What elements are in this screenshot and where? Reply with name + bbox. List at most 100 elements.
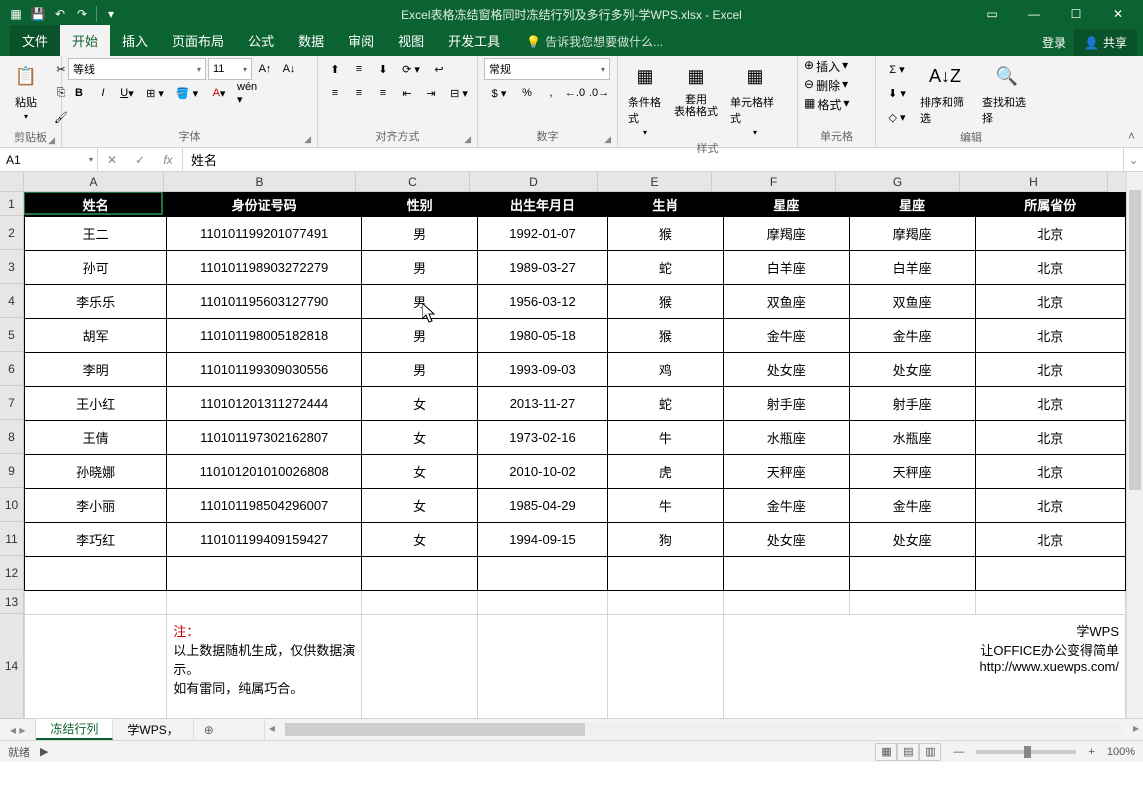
bold-icon[interactable]: B bbox=[68, 82, 90, 104]
row-header[interactable]: 10 bbox=[0, 488, 24, 522]
table-cell[interactable]: 牛 bbox=[607, 421, 723, 455]
autosum-icon[interactable]: Σ ▾ bbox=[882, 58, 912, 80]
tab-nav[interactable]: ◂ ▸ bbox=[0, 719, 36, 740]
fx-icon[interactable]: fx bbox=[154, 153, 182, 167]
table-cell[interactable] bbox=[607, 591, 723, 615]
view-break-icon[interactable]: ▥ bbox=[919, 743, 941, 761]
table-cell[interactable]: 女 bbox=[362, 387, 478, 421]
table-cell[interactable] bbox=[25, 557, 167, 591]
table-cell[interactable] bbox=[975, 591, 1125, 615]
table-cell[interactable]: 1993-09-03 bbox=[477, 353, 607, 387]
tab-layout[interactable]: 页面布局 bbox=[160, 25, 236, 56]
table-cell[interactable]: 1994-09-15 bbox=[477, 523, 607, 557]
col-header[interactable]: A bbox=[24, 172, 164, 192]
note-cell[interactable]: 注：以上数据随机生成，仅供数据演示。如有雷同，纯属巧合。 bbox=[167, 615, 362, 719]
zoom-level[interactable]: 100% bbox=[1107, 746, 1135, 758]
macro-icon[interactable]: ▶ bbox=[40, 745, 48, 758]
row-header[interactable]: 5 bbox=[0, 318, 24, 352]
table-cell[interactable]: 处女座 bbox=[849, 353, 975, 387]
table-header-cell[interactable]: 生肖 bbox=[607, 193, 723, 217]
italic-icon[interactable]: I bbox=[92, 82, 114, 104]
table-cell[interactable]: 110101199309030556 bbox=[167, 353, 362, 387]
col-header[interactable]: G bbox=[836, 172, 960, 192]
table-cell[interactable]: 水瓶座 bbox=[723, 421, 849, 455]
table-cell[interactable]: 狗 bbox=[607, 523, 723, 557]
table-cell[interactable] bbox=[723, 557, 849, 591]
align-bottom-icon[interactable]: ⬇ bbox=[372, 58, 394, 80]
table-cell[interactable]: 金牛座 bbox=[723, 319, 849, 353]
insert-cells-button[interactable]: ⊕ 插入 ▾ bbox=[804, 58, 848, 75]
align-right-icon[interactable]: ≡ bbox=[372, 82, 394, 104]
table-cell[interactable]: 孙可 bbox=[25, 251, 167, 285]
table-cell[interactable]: 北京 bbox=[975, 455, 1125, 489]
row-header[interactable]: 3 bbox=[0, 250, 24, 284]
table-cell[interactable]: 1980-05-18 bbox=[477, 319, 607, 353]
table-cell[interactable]: 男 bbox=[362, 251, 478, 285]
row-header[interactable]: 9 bbox=[0, 454, 24, 488]
table-cell[interactable]: 110101198504296007 bbox=[167, 489, 362, 523]
font-size-combo[interactable]: 11▾ bbox=[208, 58, 252, 80]
wrap-text-icon[interactable]: ↩ bbox=[428, 58, 450, 80]
comma-icon[interactable]: , bbox=[540, 82, 562, 104]
table-cell[interactable]: 白羊座 bbox=[723, 251, 849, 285]
table-cell[interactable]: 猴 bbox=[607, 319, 723, 353]
tell-me-search[interactable]: 💡 告诉我您想要做什么... bbox=[520, 27, 669, 56]
cancel-icon[interactable]: ✕ bbox=[98, 153, 126, 167]
table-cell[interactable]: 110101201311272444 bbox=[167, 387, 362, 421]
table-cell[interactable]: 北京 bbox=[975, 387, 1125, 421]
table-cell[interactable] bbox=[167, 557, 362, 591]
select-all-corner[interactable] bbox=[0, 172, 24, 192]
table-cell[interactable] bbox=[723, 591, 849, 615]
table-cell[interactable] bbox=[849, 591, 975, 615]
maximize-icon[interactable]: ☐ bbox=[1061, 4, 1091, 24]
font-name-combo[interactable]: 等线▾ bbox=[68, 58, 206, 80]
table-cell[interactable] bbox=[167, 591, 362, 615]
table-cell[interactable]: 天秤座 bbox=[849, 455, 975, 489]
table-cell[interactable]: 胡军 bbox=[25, 319, 167, 353]
row-header[interactable]: 6 bbox=[0, 352, 24, 386]
table-cell[interactable]: 处女座 bbox=[723, 523, 849, 557]
col-header[interactable]: C bbox=[356, 172, 470, 192]
find-select-button[interactable]: 🔍 查找和选择 bbox=[978, 58, 1036, 128]
table-cell[interactable]: 王倩 bbox=[25, 421, 167, 455]
col-header[interactable]: E bbox=[598, 172, 712, 192]
table-cell[interactable]: 女 bbox=[362, 489, 478, 523]
accounting-icon[interactable]: $ ▾ bbox=[484, 82, 514, 104]
table-cell[interactable]: 北京 bbox=[975, 217, 1125, 251]
table-cell[interactable]: 摩羯座 bbox=[723, 217, 849, 251]
table-header-cell[interactable]: 性别 bbox=[362, 193, 478, 217]
table-cell[interactable]: 110101195603127790 bbox=[167, 285, 362, 319]
row-header[interactable]: 12 bbox=[0, 556, 24, 590]
table-header-cell[interactable]: 星座 bbox=[849, 193, 975, 217]
row-header[interactable]: 7 bbox=[0, 386, 24, 420]
increase-indent-icon[interactable]: ⇥ bbox=[420, 82, 442, 104]
scroll-thumb[interactable] bbox=[285, 723, 585, 736]
align-center-icon[interactable]: ≡ bbox=[348, 82, 370, 104]
view-normal-icon[interactable]: ▦ bbox=[875, 743, 897, 761]
table-cell[interactable]: 猴 bbox=[607, 285, 723, 319]
table-cell[interactable] bbox=[25, 591, 167, 615]
table-cell[interactable]: 牛 bbox=[607, 489, 723, 523]
table-cell[interactable]: 金牛座 bbox=[723, 489, 849, 523]
row-header[interactable]: 2 bbox=[0, 216, 24, 250]
launcher-icon[interactable]: ◢ bbox=[304, 134, 311, 145]
column-headers[interactable]: ABCDEFGH bbox=[24, 172, 1126, 192]
table-cell[interactable]: 水瓶座 bbox=[849, 421, 975, 455]
table-cell[interactable]: 李巧红 bbox=[25, 523, 167, 557]
table-cell[interactable]: 射手座 bbox=[849, 387, 975, 421]
align-left-icon[interactable]: ≡ bbox=[324, 82, 346, 104]
table-cell[interactable]: 北京 bbox=[975, 523, 1125, 557]
save-icon[interactable]: 💾 bbox=[28, 4, 48, 24]
table-cell[interactable]: 110101199409159427 bbox=[167, 523, 362, 557]
table-cell[interactable]: 白羊座 bbox=[849, 251, 975, 285]
table-cell[interactable]: 王二 bbox=[25, 217, 167, 251]
table-cell[interactable]: 北京 bbox=[975, 251, 1125, 285]
table-cell[interactable] bbox=[362, 591, 478, 615]
decrease-font-icon[interactable]: A↓ bbox=[278, 58, 300, 80]
table-cell[interactable]: 北京 bbox=[975, 421, 1125, 455]
table-cell[interactable]: 北京 bbox=[975, 285, 1125, 319]
row-headers[interactable]: 1234567891011121314 bbox=[0, 192, 24, 718]
table-cell[interactable] bbox=[607, 557, 723, 591]
launcher-icon[interactable]: ◢ bbox=[604, 134, 611, 145]
view-page-icon[interactable]: ▤ bbox=[897, 743, 919, 761]
